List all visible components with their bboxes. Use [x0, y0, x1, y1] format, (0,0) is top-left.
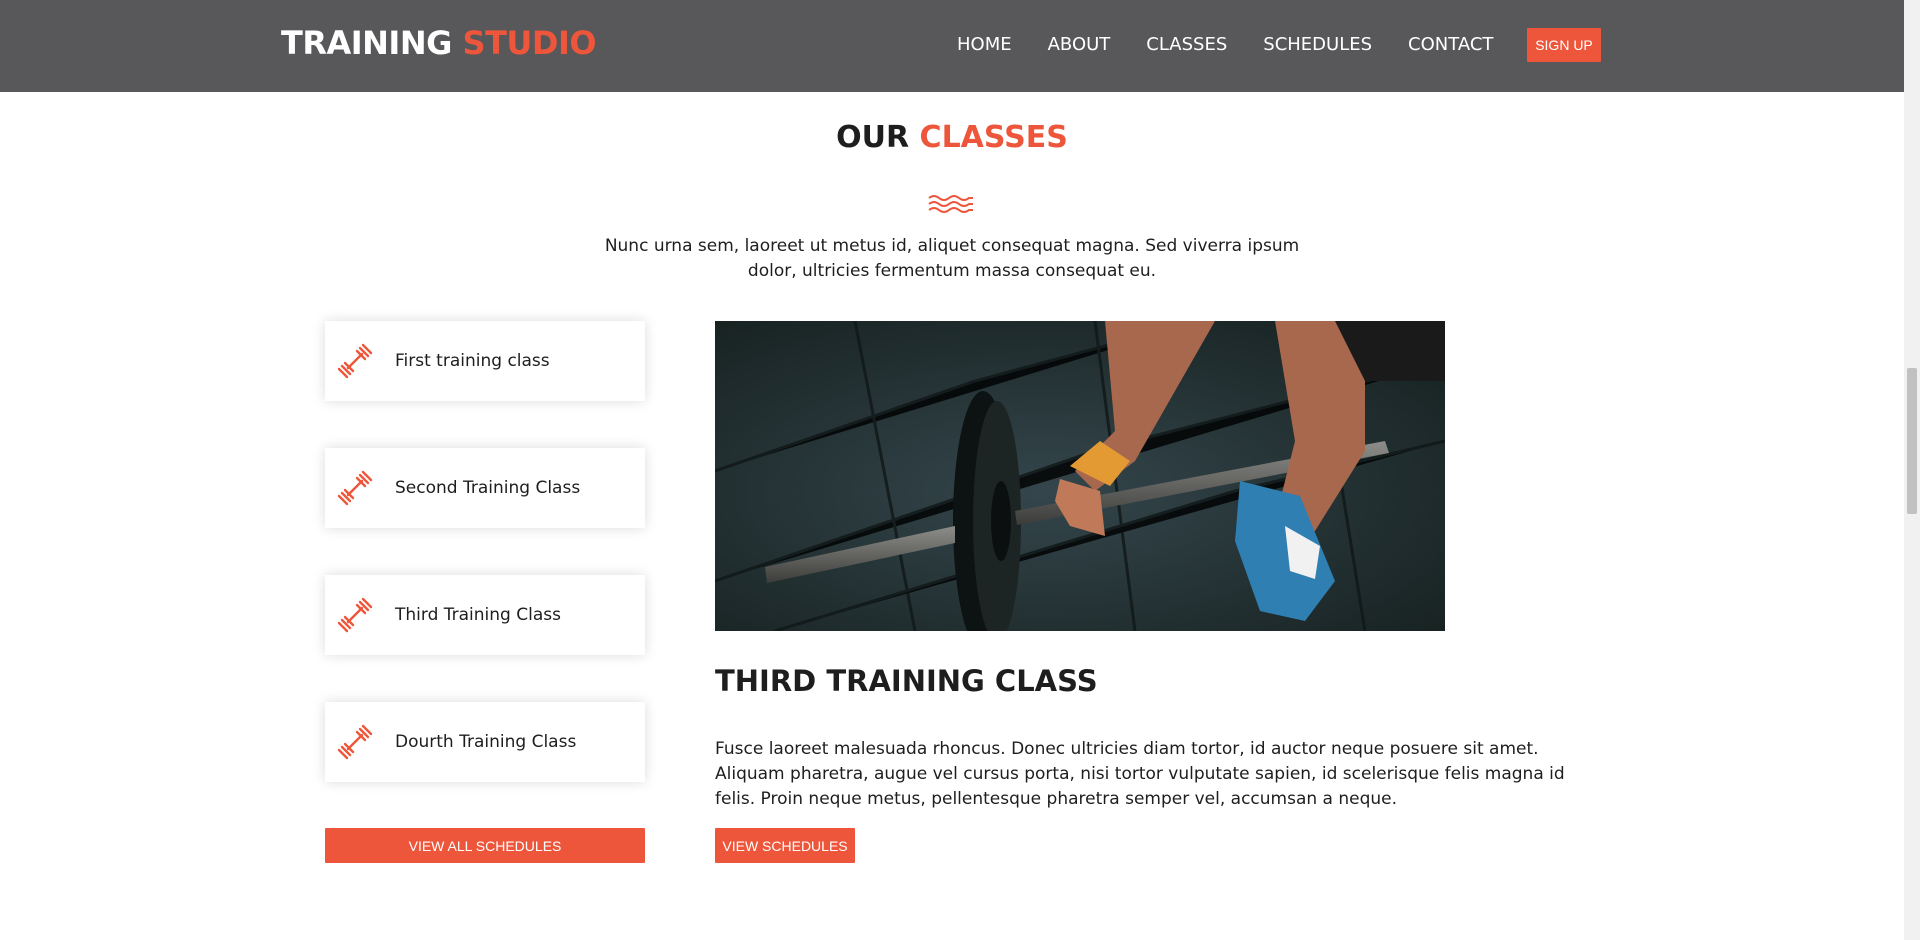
logo-main: TRAINING — [281, 24, 452, 62]
section-title-accent: CLASSES — [919, 120, 1068, 155]
scrollbar-thumb[interactable] — [1907, 368, 1917, 514]
page-scrollbar[interactable] — [1904, 0, 1920, 940]
section-intro: Nunc urna sem, laoreet ut metus id, aliq… — [604, 236, 1300, 281]
tab-label: Second Training Class — [395, 478, 581, 498]
class-description: Fusce laoreet malesuada rhoncus. Donec u… — [715, 739, 1565, 809]
tab-label: Third Training Class — [395, 605, 561, 625]
nav-classes[interactable]: CLASSES — [1146, 34, 1227, 55]
section-title: OUR CLASSES — [0, 120, 1904, 155]
nav-contact[interactable]: CONTACT — [1408, 34, 1493, 55]
tab-first-training-class[interactable]: First training class — [325, 321, 645, 401]
view-all-schedules-button[interactable]: VIEW ALL SCHEDULES — [325, 828, 645, 863]
logo-accent: STUDIO — [462, 24, 597, 62]
logo[interactable]: TRAINING STUDIO — [281, 24, 597, 62]
section-title-main: OUR — [836, 120, 910, 155]
dumbbell-icon — [337, 597, 373, 633]
tab-second-training-class[interactable]: Second Training Class — [325, 448, 645, 528]
tab-fourth-training-class[interactable]: Dourth Training Class — [325, 702, 645, 782]
view-schedules-button[interactable]: VIEW SCHEDULES — [715, 828, 855, 863]
barbell-photo-illustration — [715, 321, 1445, 631]
tab-third-training-class[interactable]: Third Training Class — [325, 575, 645, 655]
site-header: TRAINING STUDIO HOME ABOUT CLASSES SCHED… — [0, 0, 1904, 92]
tab-label: Dourth Training Class — [395, 732, 577, 752]
class-title: THIRD TRAINING CLASS — [715, 664, 1098, 698]
dumbbell-icon — [337, 724, 373, 760]
sign-up-button[interactable]: SIGN UP — [1527, 28, 1601, 62]
dumbbell-icon — [337, 343, 373, 379]
nav-schedules[interactable]: SCHEDULES — [1263, 34, 1372, 55]
tab-label: First training class — [395, 351, 550, 371]
nav-home[interactable]: HOME — [957, 34, 1012, 55]
waves-divider-icon — [928, 195, 973, 213]
class-photo — [715, 321, 1445, 631]
nav-about[interactable]: ABOUT — [1048, 34, 1111, 55]
main-nav: HOME ABOUT CLASSES SCHEDULES CONTACT — [957, 34, 1529, 55]
dumbbell-icon — [337, 470, 373, 506]
